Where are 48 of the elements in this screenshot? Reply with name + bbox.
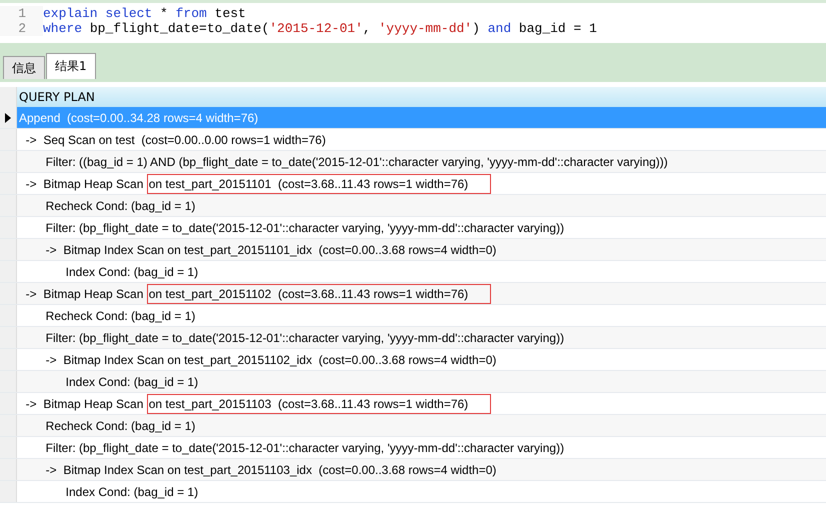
plan-text: Append (cost=0.00..34.28 rows=4 width=76) [19,110,258,124]
plan-row[interactable]: Recheck Cond: (bag_id = 1) [0,415,826,437]
line-number: 1 [0,6,43,21]
plan-row[interactable]: -> Bitmap Heap Scan on test_part_20151101 (cost=3.68..11.43 rows=1 width=76) [0,173,826,195]
column-header[interactable]: QUERY PLAN [17,87,826,107]
plan-row[interactable]: Index Cond: (bag_id = 1) [0,371,826,393]
plan-row[interactable]: -> Bitmap Index Scan on test_part_20151101_idx (cost=0.00..3.68 rows=4 width=0) [0,239,826,261]
plan-text: -> Bitmap Heap Scan [24,176,144,190]
plan-text: Filter: (bp_flight_date = to_date('2015-12-01'::character varying, 'yyyy-mm-dd'::character varying)) [44,330,564,344]
plan-text: Index Cond: (bag_id = 1) [64,484,198,498]
highlight-box: on test_part_20151101 (cost=3.68..11.43 rows=1 width=76) [146,174,492,194]
plan-row[interactable]: -> Bitmap Index Scan on test_part_20151102_idx (cost=0.00..3.68 rows=4 width=0) [0,349,826,371]
plan-text: Filter: (bp_flight_date = to_date('2015-12-01'::character varying, 'yyyy-mm-dd'::character varying)) [44,440,564,454]
plan-text: -> Seq Scan on test (cost=0.00..0.00 rows=1 width=76) [24,132,326,146]
plan-text: -> Bitmap Index Scan on test_part_20151103_idx (cost=0.00..3.68 rows=4 width=0) [44,462,496,476]
highlight-box: on test_part_20151103 (cost=3.68..11.43 rows=1 width=76) [146,394,492,414]
row-pointer-icon [5,112,11,122]
plan-text: -> Bitmap Index Scan on test_part_20151101_idx (cost=0.00..3.68 rows=4 width=0) [44,242,496,256]
plan-row[interactable]: Index Cond: (bag_id = 1) [0,261,826,283]
plan-text: -> Bitmap Heap Scan [24,396,144,410]
plan-text: Filter: (bp_flight_date = to_date('2015-12-01'::character varying, 'yyyy-mm-dd'::character varying)) [44,220,564,234]
tab[interactable]: 结果1 [46,53,96,79]
code-line: where bp_flight_date=to_date('2015-12-01', 'yyyy-mm-dd') and bag_id = 1 [43,21,597,36]
plan-text: Filter: ((bag_id = 1) AND (bp_flight_date = to_date('2015-12-01'::character varying, 'yyyy-mm-dd'::character varying))) [44,154,668,168]
plan-text: -> Bitmap Heap Scan [24,286,144,300]
plan-row[interactable]: Filter: ((bag_id = 1) AND (bp_flight_date = to_date('2015-12-01'::character varying, 'yyyy-mm-dd'::character varying))) [0,151,826,173]
plan-text: Index Cond: (bag_id = 1) [64,374,198,388]
plan-row[interactable]: -> Bitmap Heap Scan on test_part_20151102 (cost=3.68..11.43 rows=1 width=76) [0,283,826,305]
plan-text: -> Bitmap Index Scan on test_part_20151102_idx (cost=0.00..3.68 rows=4 width=0) [44,352,496,366]
plan-text: Recheck Cond: (bag_id = 1) [44,198,196,212]
line-number: 2 [0,21,43,36]
plan-row[interactable]: -> Bitmap Heap Scan on test_part_20151103 (cost=3.68..11.43 rows=1 width=76) [0,393,826,415]
plan-text: Recheck Cond: (bag_id = 1) [44,308,196,322]
grid-corner [0,87,17,107]
plan-text: Index Cond: (bag_id = 1) [64,264,198,278]
plan-row[interactable]: Recheck Cond: (bag_id = 1) [0,195,826,217]
plan-text: Recheck Cond: (bag_id = 1) [44,418,196,432]
row-header[interactable] [0,107,17,128]
plan-row[interactable]: Index Cond: (bag_id = 1) [0,481,826,503]
highlight-box: on test_part_20151102 (cost=3.68..11.43 rows=1 width=76) [146,284,492,304]
plan-row[interactable]: Filter: (bp_flight_date = to_date('2015-12-01'::character varying, 'yyyy-mm-dd'::character varying)) [0,217,826,239]
plan-row[interactable]: Recheck Cond: (bag_id = 1) [0,305,826,327]
plan-row[interactable]: Filter: (bp_flight_date = to_date('2015-12-01'::character varying, 'yyyy-mm-dd'::character varying)) [0,437,826,459]
tab[interactable]: 信息 [3,56,45,79]
plan-row[interactable]: -> Bitmap Index Scan on test_part_20151103_idx (cost=0.00..3.68 rows=4 width=0) [0,459,826,481]
code-line: explain select * from test [43,6,246,21]
plan-row[interactable]: Filter: (bp_flight_date = to_date('2015-12-01'::character varying, 'yyyy-mm-dd'::character varying)) [0,327,826,349]
plan-row[interactable]: -> Seq Scan on test (cost=0.00..0.00 rows=1 width=76) [0,129,826,151]
